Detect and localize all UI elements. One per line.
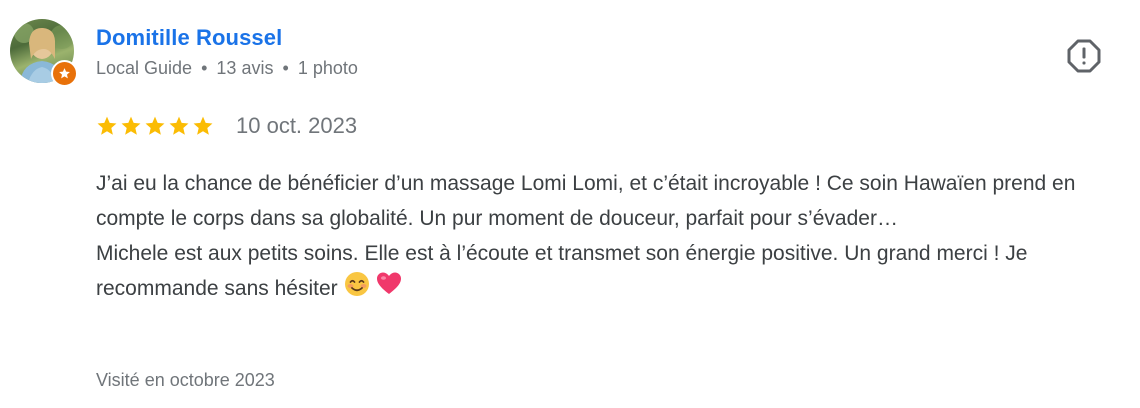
separator: •: [282, 58, 289, 78]
star-rating: [96, 115, 214, 137]
review-date: 10 oct. 2023: [236, 113, 358, 138]
smiling-face-icon: [344, 271, 370, 308]
star-icon: [121, 116, 141, 135]
star-icon: [145, 116, 165, 135]
review-text: J’ai eu la chance de bénéficier d’un mas…: [96, 166, 1106, 308]
star-icon: [169, 116, 189, 135]
reviewer-level: Local Guide: [96, 58, 193, 78]
review-paragraph-text: Michele est aux petits soins. Elle est à…: [96, 242, 1028, 301]
local-guide-badge-icon: [51, 60, 78, 87]
reviewer-name[interactable]: Domitille Roussel: [96, 25, 282, 51]
star-icon: [193, 116, 213, 135]
report-review-button[interactable]: [1066, 38, 1102, 74]
heart-icon: [376, 271, 402, 308]
star-icon: [97, 116, 117, 135]
visited-date: Visité en octobre 2023: [96, 370, 275, 390]
reviewer-meta: Local Guide • 13 avis • 1 photo: [96, 58, 358, 79]
reviewer-photo-count: 1 photo: [297, 58, 358, 78]
separator: •: [201, 58, 208, 78]
reviewer-avatar[interactable]: [10, 19, 78, 87]
reviewer-review-count: 13 avis: [216, 58, 274, 78]
rating-row: 10 oct. 2023: [96, 113, 357, 139]
report-icon: [1067, 39, 1101, 73]
review-paragraph: J’ai eu la chance de bénéficier d’un mas…: [96, 172, 1076, 230]
review-paragraph: Michele est aux petits soins. Elle est à…: [96, 236, 1106, 308]
